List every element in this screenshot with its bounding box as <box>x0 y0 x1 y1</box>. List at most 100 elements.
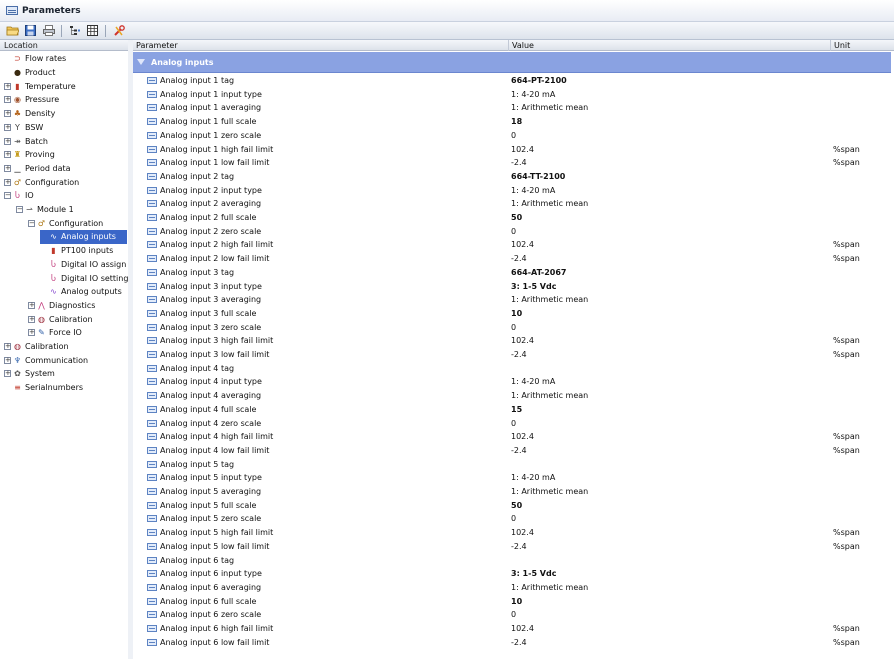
parameter-value[interactable]: 0 <box>511 608 516 622</box>
group-header[interactable]: Analog inputs <box>133 52 891 73</box>
parameter-row[interactable]: Analog input 3 full scale 10 <box>133 307 891 321</box>
parameter-row[interactable]: Analog input 2 low fail limit -2.4 %span <box>133 252 891 266</box>
parameter-row[interactable]: Analog input 5 input type 1: 4-20 mA <box>133 471 891 485</box>
expand-icon[interactable]: + <box>28 329 35 337</box>
parameter-value[interactable]: 0 <box>511 321 516 335</box>
tree-item[interactable]: − Ⴑ IO <box>4 189 34 203</box>
parameter-row[interactable]: Analog input 4 input type 1: 4-20 mA <box>133 375 891 389</box>
tree-item[interactable]: ≡ Serialnumbers <box>4 381 83 395</box>
parameter-value[interactable]: 3: 1-5 Vdc <box>511 567 556 581</box>
parameter-value[interactable]: -2.4 <box>511 156 527 170</box>
parameter-row[interactable]: Analog input 5 full scale 50 <box>133 499 891 513</box>
parameter-row[interactable]: Analog input 4 high fail limit 102.4 %span <box>133 430 891 444</box>
tree-item[interactable]: ▮ PT100 inputs <box>40 244 113 258</box>
collapse-arrow-icon[interactable] <box>137 59 145 66</box>
parameter-row[interactable]: Analog input 6 high fail limit 102.4 %span <box>133 622 891 636</box>
expand-icon[interactable]: + <box>4 151 11 159</box>
parameter-value[interactable]: 1: Arithmetic mean <box>511 389 588 403</box>
parameter-value[interactable]: -2.4 <box>511 252 527 266</box>
parameter-row[interactable]: Analog input 1 zero scale 0 <box>133 129 891 143</box>
parameter-value[interactable]: 102.4 <box>511 143 534 157</box>
parameter-row[interactable]: Analog input 3 low fail limit -2.4 %span <box>133 348 891 362</box>
parameter-value[interactable]: 102.4 <box>511 238 534 252</box>
parameter-row[interactable]: Analog input 6 low fail limit -2.4 %span <box>133 636 891 650</box>
parameter-value[interactable]: 1: Arithmetic mean <box>511 485 588 499</box>
parameter-value[interactable]: 664-PT-2100 <box>511 74 567 88</box>
parameter-row[interactable]: Analog input 1 input type 1: 4-20 mA <box>133 88 891 102</box>
parameter-row[interactable]: Analog input 1 tag 664-PT-2100 <box>133 74 891 88</box>
parameter-value[interactable]: 1: Arithmetic mean <box>511 101 588 115</box>
column-header-unit[interactable]: Unit <box>830 40 894 51</box>
column-header-value[interactable]: Value <box>508 40 830 51</box>
collapse-icon[interactable]: − <box>28 219 35 227</box>
expand-icon[interactable]: + <box>4 356 11 364</box>
parameter-value[interactable]: 18 <box>511 115 522 129</box>
parameter-value[interactable]: 0 <box>511 225 516 239</box>
parameter-row[interactable]: Analog input 4 full scale 15 <box>133 403 891 417</box>
parameter-row[interactable]: Analog input 3 input type 3: 1-5 Vdc <box>133 280 891 294</box>
parameter-row[interactable]: Analog input 2 tag 664-TT-2100 <box>133 170 891 184</box>
parameter-value[interactable]: 1: Arithmetic mean <box>511 581 588 595</box>
parameter-value[interactable]: 1: 4-20 mA <box>511 184 555 198</box>
parameter-row[interactable]: Analog input 4 averaging 1: Arithmetic me… <box>133 389 891 403</box>
parameter-row[interactable]: Analog input 2 input type 1: 4-20 mA <box>133 184 891 198</box>
parameter-row[interactable]: Analog input 4 low fail limit -2.4 %span <box>133 444 891 458</box>
expand-icon[interactable]: + <box>4 370 11 378</box>
parameter-row[interactable]: Analog input 3 tag 664-AT-2067 <box>133 266 891 280</box>
parameter-value[interactable]: -2.4 <box>511 540 527 554</box>
parameter-row[interactable]: Analog input 2 averaging 1: Arithmetic me… <box>133 197 891 211</box>
parameter-row[interactable]: Analog input 6 input type 3: 1-5 Vdc <box>133 567 891 581</box>
parameter-value[interactable]: -2.4 <box>511 444 527 458</box>
tree-item[interactable]: + ◉ Pressure <box>4 93 59 107</box>
table-icon[interactable] <box>85 24 100 38</box>
parameter-row[interactable]: Analog input 2 high fail limit 102.4 %span <box>133 238 891 252</box>
parameter-value[interactable]: -2.4 <box>511 348 527 362</box>
parameter-value[interactable]: 1: 4-20 mA <box>511 375 555 389</box>
parameter-row[interactable]: Analog input 3 averaging 1: Arithmetic me… <box>133 293 891 307</box>
parameter-value[interactable]: 50 <box>511 499 522 513</box>
parameter-value[interactable]: 102.4 <box>511 430 534 444</box>
expand-icon[interactable]: + <box>28 315 35 323</box>
tree-item[interactable]: + ▮ Temperature <box>4 79 76 93</box>
parameter-value[interactable]: 0 <box>511 512 516 526</box>
location-header[interactable]: Location <box>0 40 129 51</box>
expand-icon[interactable]: + <box>4 164 11 172</box>
tree-item[interactable]: + ◍ Calibration <box>28 312 93 326</box>
parameter-row[interactable]: Analog input 6 tag <box>133 554 891 568</box>
collapse-icon[interactable]: − <box>16 206 23 214</box>
parameter-row[interactable]: Analog input 6 full scale 10 <box>133 595 891 609</box>
open-folder-icon[interactable] <box>5 24 20 38</box>
parameter-value[interactable]: 0 <box>511 417 516 431</box>
parameter-value[interactable]: 1: Arithmetic mean <box>511 293 588 307</box>
parameter-row[interactable]: Analog input 3 high fail limit 102.4 %span <box>133 334 891 348</box>
parameter-row[interactable]: Analog input 5 averaging 1: Arithmetic me… <box>133 485 891 499</box>
parameter-value[interactable]: 1: 4-20 mA <box>511 471 555 485</box>
parameter-value[interactable]: -2.4 <box>511 636 527 650</box>
expand-icon[interactable]: + <box>4 110 11 118</box>
parameter-row[interactable]: Analog input 1 high fail limit 102.4 %span <box>133 143 891 157</box>
tree-item[interactable]: + ♜ Proving <box>4 148 55 162</box>
parameter-value[interactable]: 10 <box>511 307 522 321</box>
tree-item[interactable]: + ♆ Communication <box>4 353 88 367</box>
parameter-row[interactable]: Analog input 4 zero scale 0 <box>133 417 891 431</box>
parameter-value[interactable]: 3: 1-5 Vdc <box>511 280 556 294</box>
tree-item[interactable]: ∿ Analog inputs <box>40 230 127 244</box>
tree-item[interactable]: Ⴑ Digital IO assign <box>40 258 126 272</box>
parameter-value[interactable]: 664-TT-2100 <box>511 170 565 184</box>
save-icon[interactable] <box>23 24 38 38</box>
parameter-row[interactable]: Analog input 5 low fail limit -2.4 %span <box>133 540 891 554</box>
print-icon[interactable] <box>41 24 56 38</box>
tree-item[interactable]: + ⋀ Diagnostics <box>28 299 95 313</box>
parameter-row[interactable]: Analog input 6 averaging 1: Arithmetic me… <box>133 581 891 595</box>
expand-icon[interactable]: + <box>4 178 11 186</box>
tree-item[interactable]: + ♂ Configuration <box>4 175 79 189</box>
tree-item[interactable]: − ⇀ Module 1 <box>16 203 74 217</box>
parameter-row[interactable]: Analog input 5 high fail limit 102.4 %span <box>133 526 891 540</box>
tree-item[interactable]: ⊃ Flow rates <box>4 52 66 66</box>
parameter-row[interactable]: Analog input 1 full scale 18 <box>133 115 891 129</box>
tools-icon[interactable] <box>111 24 126 38</box>
tree-item[interactable]: + ▁ Period data <box>4 162 71 176</box>
expand-icon[interactable]: + <box>4 123 11 131</box>
parameter-row[interactable]: Analog input 2 full scale 50 <box>133 211 891 225</box>
parameter-value[interactable]: 102.4 <box>511 622 534 636</box>
